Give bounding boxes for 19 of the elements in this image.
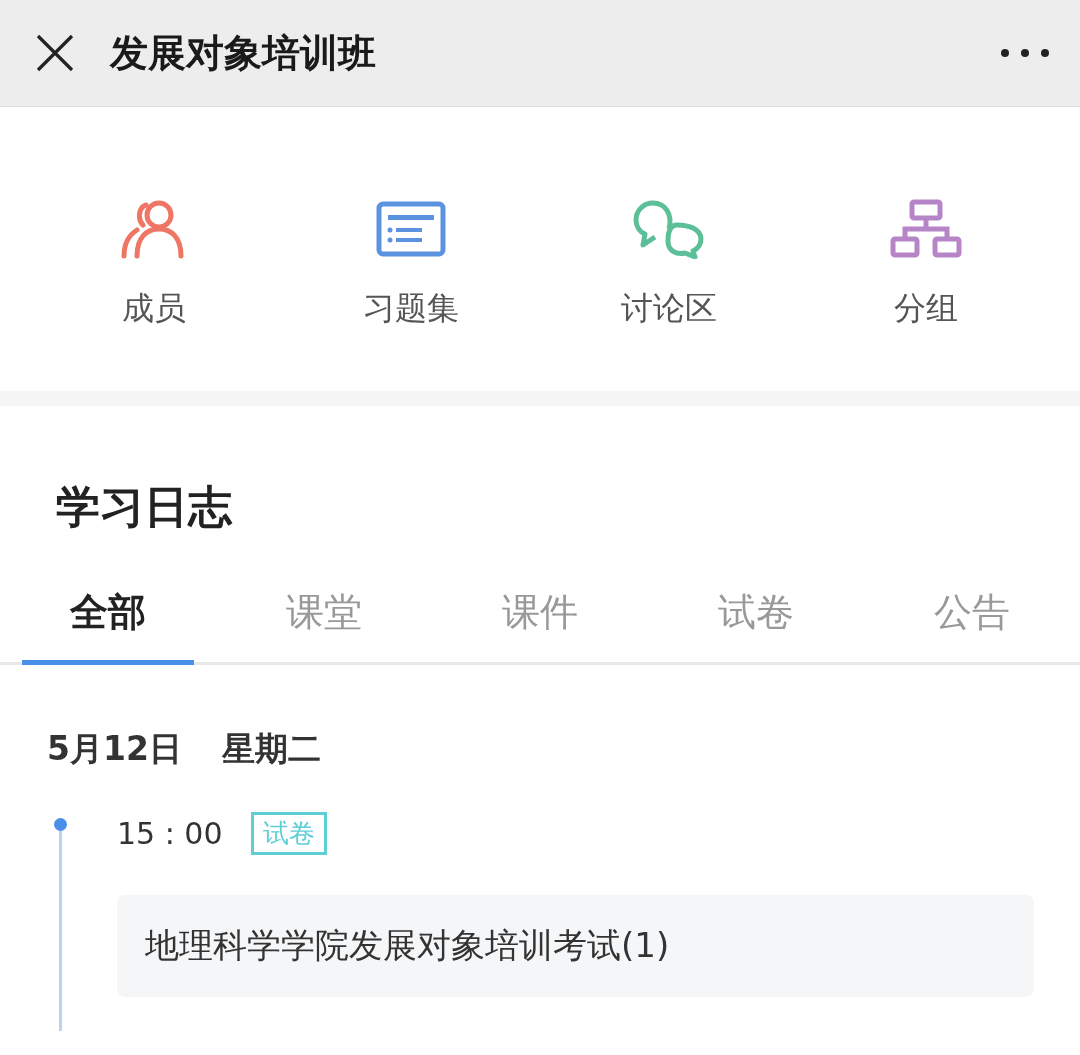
entry-card[interactable]: 地理科学学院发展对象培训考试(1) <box>117 895 1034 997</box>
type-tag: 试卷 <box>250 812 327 855</box>
shortcut-item[interactable]: 分组 <box>797 199 1055 331</box>
shortcut-label: 讨论区 <box>620 288 717 329</box>
entry-time: 15 : 00 <box>117 816 223 851</box>
tab[interactable]: 全部 <box>22 587 194 665</box>
page-title: 发展对象培训班 <box>110 29 377 77</box>
shortcut-label: 习题集 <box>363 288 460 329</box>
date-label: 5月12日 <box>47 728 182 770</box>
shortcut-item[interactable]: 习题集 <box>282 199 540 331</box>
section-title: 学习日志 <box>55 480 234 534</box>
shortcut-item[interactable]: 成员 <box>25 199 283 331</box>
shortcut-label: 成员 <box>121 288 186 329</box>
shortcut-label: 分组 <box>894 288 959 329</box>
more-icon[interactable] <box>1000 48 1050 58</box>
close-icon[interactable] <box>35 33 75 73</box>
weekday-label: 星期二 <box>221 728 321 770</box>
timeline-dot <box>54 818 67 831</box>
shortcut-item[interactable]: 讨论区 <box>540 199 798 331</box>
